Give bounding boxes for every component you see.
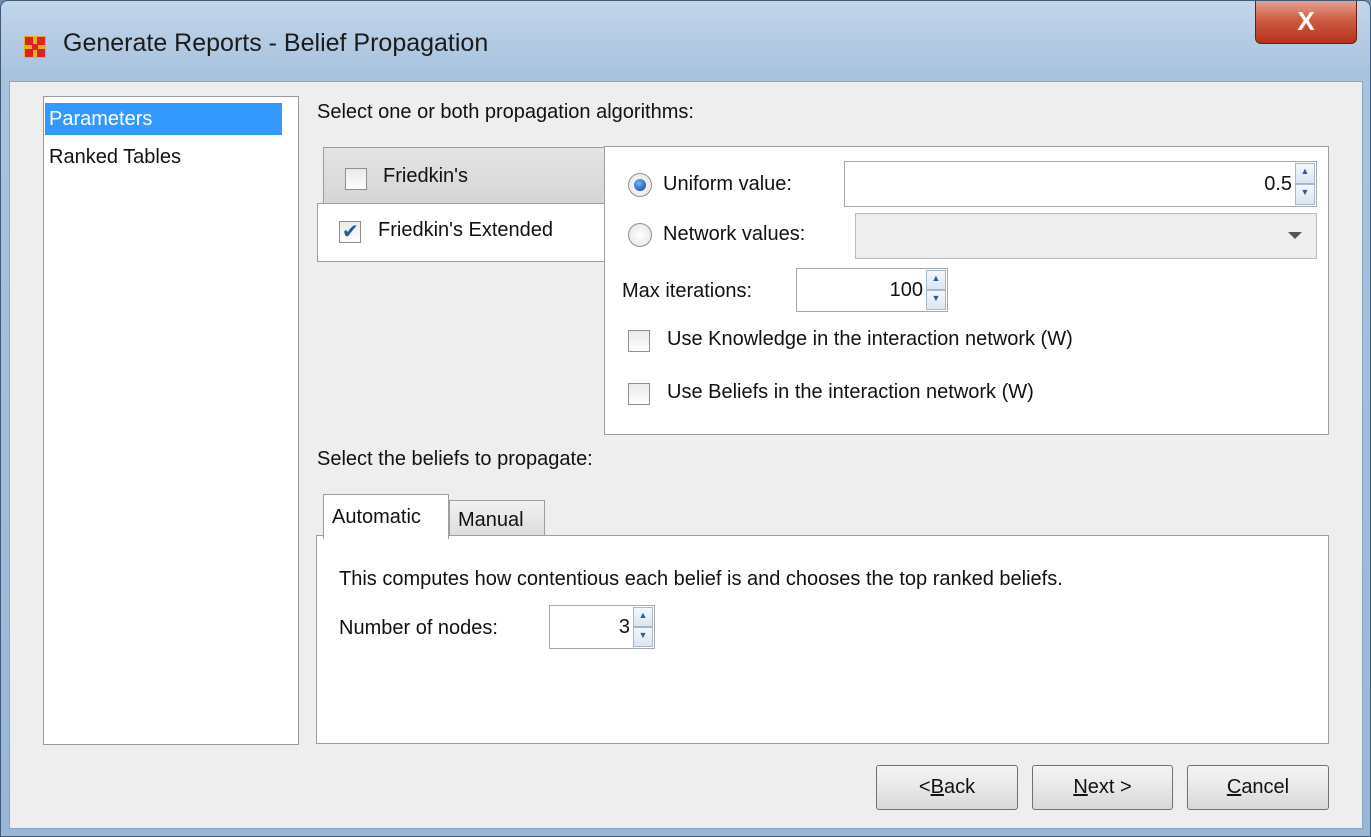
number-of-nodes-label: Number of nodes: (339, 617, 498, 639)
dialog-content: Parameters Ranked Tables Select one or b… (9, 81, 1363, 829)
next-button-mnemonic: N (1073, 776, 1088, 798)
back-button-label: ack (943, 776, 976, 798)
back-button[interactable]: < Back (876, 765, 1018, 810)
beliefs-heading: Select the beliefs to propagate: (317, 448, 593, 470)
title-bar[interactable]: Generate Reports - Belief Propagation X (1, 1, 1370, 81)
tab-manual-label: Manual (458, 509, 524, 531)
next-button[interactable]: Next > (1032, 765, 1173, 810)
arrow-down-icon[interactable]: ▼ (926, 290, 946, 310)
use-knowledge-label: Use Knowledge in the interaction network… (667, 328, 1073, 350)
use-beliefs-label: Use Beliefs in the interaction network (… (667, 381, 1034, 403)
network-values-dropdown[interactable] (855, 213, 1317, 259)
cancel-button-label: ancel (1241, 776, 1290, 798)
sidebar-item-label: Parameters (49, 108, 153, 130)
back-button-prefix: < (918, 776, 931, 798)
max-iterations-label: Max iterations: (622, 280, 753, 302)
friedkin-extended-checkbox[interactable] (339, 219, 361, 244)
network-values-radio[interactable] (628, 223, 652, 247)
dialog-window: Generate Reports - Belief Propagation X … (0, 0, 1371, 837)
wizard-step-list: Parameters Ranked Tables (43, 96, 299, 745)
back-button-mnemonic: B (930, 776, 944, 798)
tab-friedkin-extended[interactable]: Friedkin's Extended (317, 203, 606, 262)
automatic-description: This computes how contentious each belie… (339, 568, 1063, 590)
tab-friedkin[interactable]: Friedkin's (323, 147, 605, 209)
friedkin-label: Friedkin's (383, 165, 468, 187)
close-button[interactable]: X (1255, 1, 1357, 44)
arrow-down-icon[interactable]: ▼ (1295, 184, 1315, 205)
sidebar-item-label: Ranked Tables (49, 146, 181, 168)
cancel-button[interactable]: Cancel (1187, 765, 1329, 810)
max-iterations-spinner[interactable]: 100 ▲ ▼ (796, 268, 948, 312)
tab-automatic-label: Automatic (332, 506, 421, 528)
arrow-down-icon[interactable]: ▼ (633, 627, 653, 647)
uniform-value-label: Uniform value: (663, 173, 792, 195)
number-of-nodes-field[interactable]: 3 (619, 606, 630, 648)
uniform-value-field[interactable]: 0.5 (1264, 162, 1292, 206)
tab-automatic[interactable]: Automatic (323, 494, 449, 539)
close-icon: X (1297, 6, 1315, 36)
arrow-up-icon[interactable]: ▲ (1295, 163, 1315, 184)
max-iterations-field[interactable]: 100 (890, 269, 923, 311)
sidebar-item-ranked-tables[interactable]: Ranked Tables (45, 141, 282, 173)
window-title: Generate Reports - Belief Propagation (63, 29, 489, 57)
sidebar-item-parameters[interactable]: Parameters (45, 103, 282, 135)
tab-manual[interactable]: Manual (449, 500, 545, 536)
number-of-nodes-spinner[interactable]: 3 ▲ ▼ (549, 605, 655, 649)
algorithms-heading: Select one or both propagation algorithm… (317, 101, 694, 123)
uniform-value-radio[interactable] (628, 173, 652, 197)
network-values-label: Network values: (663, 223, 806, 245)
automatic-tab-panel: This computes how contentious each belie… (316, 535, 1329, 744)
cancel-button-mnemonic: C (1226, 776, 1242, 798)
use-knowledge-checkbox[interactable] (628, 330, 650, 352)
chevron-down-icon (1288, 232, 1302, 239)
algorithm-options-panel: Uniform value: 0.5 ▲ ▼ Network values: M… (604, 146, 1329, 435)
use-beliefs-checkbox[interactable] (628, 383, 650, 405)
next-button-label: ext > (1087, 776, 1132, 798)
uniform-value-spinner[interactable]: 0.5 ▲ ▼ (844, 161, 1317, 207)
friedkin-checkbox[interactable] (345, 168, 367, 190)
network-grid-icon (24, 36, 46, 58)
arrow-up-icon[interactable]: ▲ (633, 607, 653, 627)
friedkin-extended-label: Friedkin's Extended (378, 219, 554, 241)
arrow-up-icon[interactable]: ▲ (926, 270, 946, 290)
